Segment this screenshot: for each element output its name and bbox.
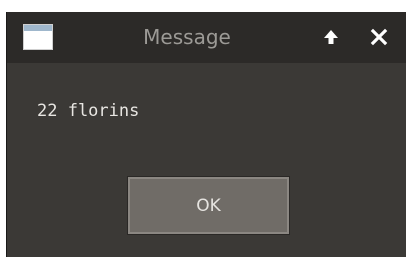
maximize-arrow-icon[interactable] [319, 25, 343, 49]
title-bar[interactable]: Message [7, 12, 406, 63]
window-app-icon [23, 24, 53, 50]
ok-button[interactable]: OK [127, 176, 290, 235]
close-icon[interactable] [367, 25, 391, 49]
window-title: Message [143, 25, 231, 49]
message-text: 22 florins [37, 101, 140, 121]
message-dialog: Message 22 florins OK [6, 12, 406, 257]
